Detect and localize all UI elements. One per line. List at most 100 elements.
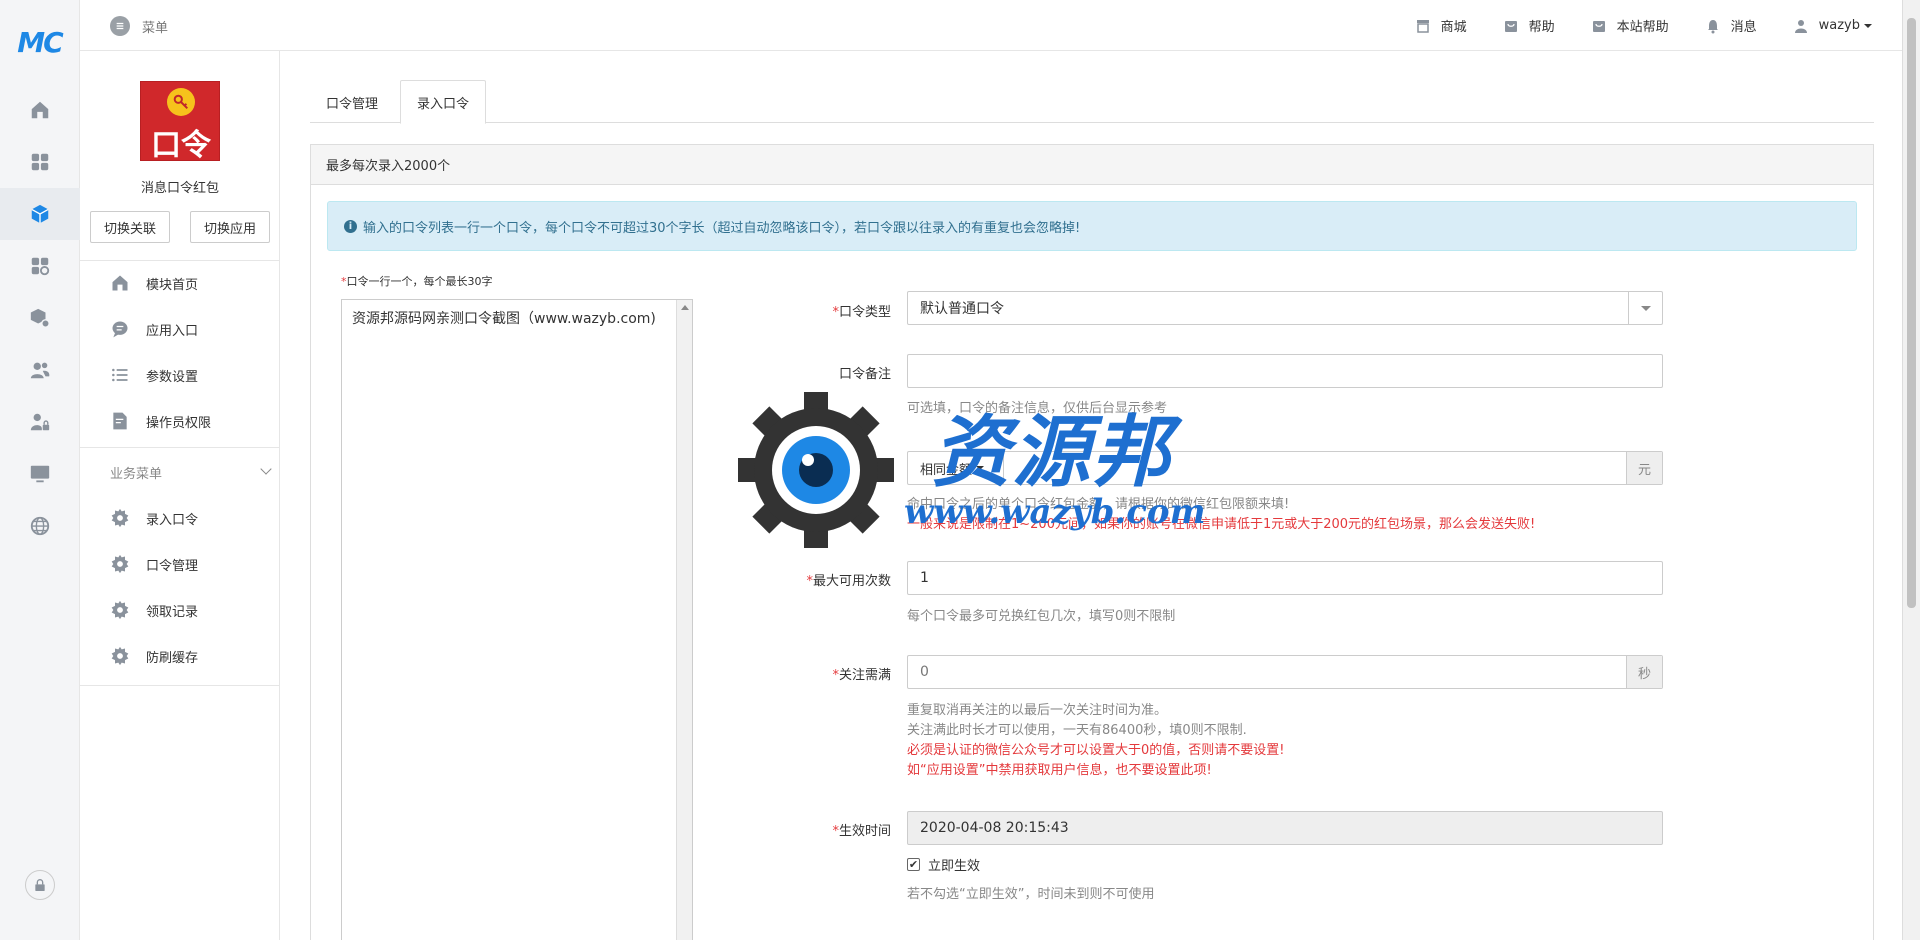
- biz-item-records-label: 领取记录: [146, 604, 199, 620]
- monitor-icon: [30, 465, 50, 483]
- users-icon: [30, 362, 50, 379]
- textarea-label-text: 口令一行一个，每个最长30字: [346, 275, 493, 288]
- rail-modules[interactable]: [0, 240, 80, 292]
- modules-icon: [31, 257, 50, 276]
- max-uses-help: 每个口令最多可兑换红包几次，填写0则不限制: [907, 609, 1176, 624]
- biz-item-manage-code[interactable]: 口令管理: [110, 551, 198, 577]
- rail-apps[interactable]: [0, 136, 80, 188]
- immediate-checkbox-row[interactable]: ✔ 立即生效: [907, 855, 980, 874]
- gear-icon: [111, 600, 129, 620]
- tab-code-management[interactable]: 口令管理: [310, 80, 394, 124]
- site-help-icon: [1592, 20, 1605, 32]
- document-edit-icon: [113, 412, 127, 430]
- user-lock-icon: [30, 413, 50, 431]
- textarea-scrollbar[interactable]: [676, 300, 692, 940]
- max-uses-value: 1: [920, 570, 929, 586]
- watermark-text: 资源邦: [932, 407, 1173, 498]
- chevron-down-icon: [260, 463, 272, 475]
- gear-eye-logo: [738, 392, 894, 548]
- switch-link-button[interactable]: 切换关联: [90, 211, 170, 243]
- rail-user-lock[interactable]: [0, 396, 80, 448]
- max-uses-label: *最大可用次数: [806, 574, 891, 589]
- effective-time-help: 若不勾选“立即生效”，时间未到则不可使用: [907, 887, 1155, 902]
- biz-item-cache[interactable]: 防刷缓存: [110, 643, 198, 669]
- rail-globe[interactable]: [0, 500, 80, 552]
- module-logo-text: 口令: [151, 128, 211, 163]
- page-scrollbar-thumb[interactable]: [1907, 18, 1916, 608]
- rail-package-settings[interactable]: [0, 292, 80, 344]
- nav-site-help[interactable]: 本站帮助: [1591, 16, 1669, 35]
- effective-time-input[interactable]: 2020-04-08 20:15:43: [907, 811, 1663, 845]
- biz-menu-header[interactable]: 业务菜单: [110, 463, 272, 482]
- effective-time-label: *生效时间: [832, 824, 891, 839]
- biz-item-enter-code[interactable]: 录入口令: [110, 505, 198, 531]
- biz-item-records[interactable]: 领取记录: [110, 597, 198, 623]
- nav-messages[interactable]: 消息: [1705, 16, 1757, 35]
- textarea-label: *口令一行一个，每个最长30字: [341, 275, 493, 288]
- cube-icon: [31, 204, 49, 224]
- follow-label-text: 关注需满: [838, 668, 891, 683]
- follow-help-1: 重复取消再关注的以最后一次关注时间为准。: [907, 703, 1168, 718]
- help-bag-icon: [1504, 20, 1517, 32]
- nav-site-help-label: 本站帮助: [1616, 20, 1669, 35]
- biz-item-cache-label: 防刷缓存: [146, 650, 199, 666]
- max-uses-input[interactable]: 1: [907, 561, 1663, 595]
- menu-item-settings[interactable]: 参数设置: [110, 362, 198, 388]
- nav-help-label: 帮助: [1528, 20, 1555, 35]
- type-label-text: 口令类型: [838, 305, 891, 320]
- rail-cube[interactable]: [0, 188, 80, 240]
- app-logo[interactable]: MC: [0, 0, 79, 84]
- lock-screen-button[interactable]: [0, 870, 80, 900]
- top-header: 菜单 商城 帮助 本站帮助 消息 wazyb: [80, 0, 1902, 51]
- remark-label: 口令备注: [838, 367, 891, 382]
- menu-icon: [110, 16, 130, 36]
- code-type-select[interactable]: 默认普通口令: [907, 291, 1663, 325]
- menu-label: 菜单: [142, 20, 169, 36]
- divider: [80, 685, 280, 686]
- home-icon: [112, 275, 128, 291]
- effective-time-label-text: 生效时间: [838, 824, 891, 839]
- effective-time-value: 2020-04-08 20:15:43: [920, 820, 1069, 836]
- rail-monitor[interactable]: [0, 448, 80, 500]
- nav-user[interactable]: wazyb: [1793, 18, 1872, 34]
- follow-unit: 秒: [1626, 656, 1662, 688]
- biz-item-manage-code-label: 口令管理: [146, 558, 199, 574]
- panel-title: 最多每次录入2000个: [311, 145, 1873, 185]
- page-scrollbar[interactable]: [1902, 0, 1920, 940]
- code-list-textarea[interactable]: 资源邦源码网亲测口令截图（www.wazyb.com): [341, 299, 693, 940]
- nav-store-label: 商城: [1440, 20, 1467, 35]
- rail-home[interactable]: [0, 84, 80, 136]
- menu-item-operator[interactable]: 操作员权限: [110, 408, 211, 434]
- nav-messages-label: 消息: [1730, 20, 1757, 35]
- type-label: *口令类型: [832, 305, 891, 320]
- tab-enter-code[interactable]: 录入口令: [400, 80, 487, 124]
- nav-help[interactable]: 帮助: [1503, 16, 1555, 35]
- switch-app-button[interactable]: 切换应用: [190, 211, 270, 243]
- user-icon: [1794, 19, 1807, 33]
- nav-store[interactable]: 商城: [1415, 16, 1467, 35]
- info-icon: i: [344, 219, 357, 233]
- menu-item-entry[interactable]: 应用入口: [110, 316, 198, 342]
- rail-users[interactable]: [0, 344, 80, 396]
- menu-item-entry-label: 应用入口: [146, 323, 199, 339]
- key-icon: [167, 88, 195, 116]
- menu-item-settings-label: 参数设置: [146, 369, 199, 385]
- menu-item-home[interactable]: 模块首页: [110, 270, 198, 296]
- watermark: 资源邦 www.wazyb.com: [736, 390, 1206, 550]
- remark-input[interactable]: [907, 354, 1663, 388]
- follow-help-warning-2: 如“应用设置”中禁用获取用户信息，也不要设置此项!: [907, 763, 1212, 778]
- immediate-checkbox[interactable]: ✔: [907, 858, 920, 871]
- follow-seconds-input[interactable]: 0 秒: [907, 655, 1663, 689]
- code-list-value: 资源邦源码网亲测口令截图（www.wazyb.com): [352, 311, 656, 327]
- watermark-url: www.wazyb.com: [904, 492, 1206, 532]
- left-icon-rail: MC: [0, 0, 80, 940]
- gear-icon: [111, 646, 129, 666]
- follow-seconds-value: 0: [920, 664, 929, 680]
- module-logo: 口令: [140, 81, 220, 163]
- info-alert-text: 输入的口令列表一行一个口令，每个口令不可超过30个字长（超过自动忽略该口令），若…: [363, 220, 1081, 236]
- amount-unit: 元: [1626, 452, 1662, 484]
- gear-icon: [111, 508, 129, 528]
- gear-icon: [111, 554, 129, 574]
- list-icon: [112, 368, 128, 382]
- menu-toggle[interactable]: 菜单: [110, 16, 168, 36]
